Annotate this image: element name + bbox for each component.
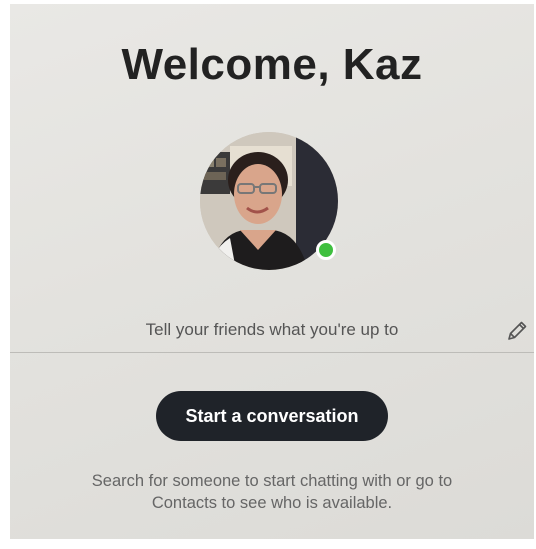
welcome-title: Welcome, Kaz [121, 40, 423, 89]
divider [10, 352, 534, 353]
helper-text: Search for someone to start chatting wit… [50, 470, 494, 514]
helper-text-line-1: Search for someone to start chatting wit… [91, 472, 453, 490]
start-conversation-button[interactable]: Start a conversation [156, 391, 388, 441]
pencil-icon[interactable] [502, 316, 532, 346]
online-status-dot-icon [316, 240, 336, 260]
mood-message-row[interactable]: Tell your friends what you're up to [10, 316, 534, 346]
welcome-screen: Welcome, Kaz Tell your friends what you'… [10, 4, 534, 539]
mood-message-placeholder[interactable]: Tell your friends what you're up to [10, 320, 534, 340]
profile-avatar-wrapper[interactable] [200, 132, 338, 270]
helper-text-line-2: Contacts to see who is available. [151, 494, 393, 512]
